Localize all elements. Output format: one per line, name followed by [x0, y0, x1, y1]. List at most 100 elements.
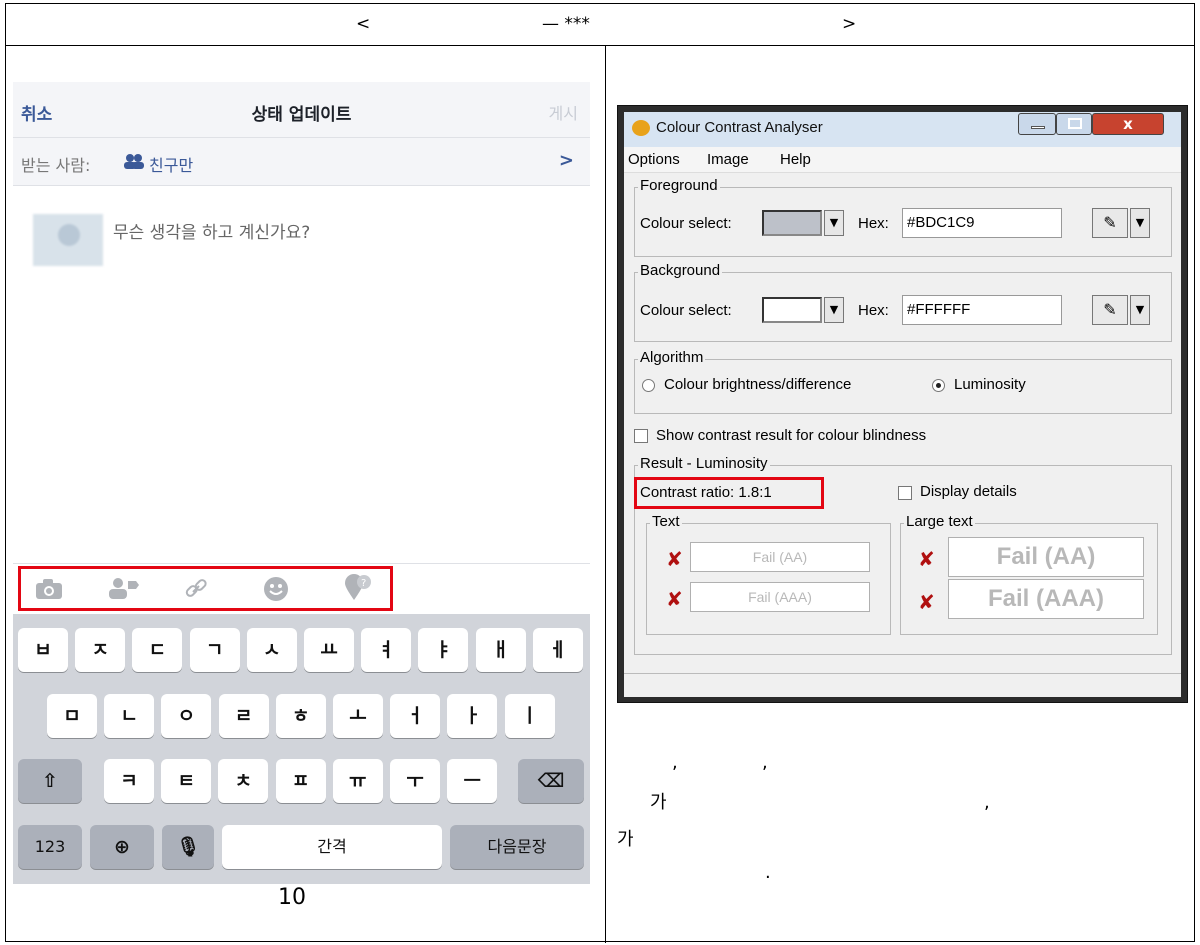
globe-icon[interactable]: ⊕	[90, 825, 154, 869]
algo-luminosity-radio[interactable]	[932, 379, 945, 392]
fg-hex-label: Hex:	[858, 215, 889, 232]
key-r2-3[interactable]: ㄹ	[218, 694, 269, 738]
key-r2-4[interactable]: ㅎ	[275, 694, 326, 738]
key-r3-2[interactable]: ㅊ	[218, 759, 269, 803]
fg-colour-swatch[interactable]	[762, 210, 822, 236]
menu-help[interactable]: Help	[780, 151, 811, 168]
key-r3-0[interactable]: ㅋ	[104, 759, 154, 803]
body-text-fragment: .	[765, 862, 771, 883]
microphone-icon[interactable]: 🎙	[162, 825, 214, 869]
to-label: 받는 사람:	[21, 156, 91, 175]
key-r2-2[interactable]: ㅇ	[161, 694, 212, 738]
key-4[interactable]: ㅅ	[246, 628, 297, 672]
text-aa-result: Fail (AA)	[690, 542, 870, 572]
numbers-key[interactable]: 123	[18, 825, 82, 869]
audience-value: 친구만	[149, 156, 194, 175]
post-button[interactable]: 게시	[549, 100, 578, 124]
key-2[interactable]: ㄷ	[132, 628, 183, 672]
key-r2-8[interactable]: ㅣ	[504, 694, 555, 738]
key-r2-0[interactable]: ㅁ	[47, 694, 97, 738]
key-8[interactable]: ㅐ	[475, 628, 526, 672]
key-5[interactable]: ㅛ	[304, 628, 354, 672]
foreground-label: Foreground	[638, 177, 720, 194]
body-text-fragment: 가	[617, 829, 634, 850]
link-icon[interactable]	[183, 577, 209, 601]
emoji-icon[interactable]	[263, 576, 289, 602]
fail-x-icon: ✘	[666, 547, 683, 571]
bg-hex-input[interactable]: #FFFFFF	[902, 295, 1062, 325]
key-r3-3[interactable]: ㅍ	[275, 759, 326, 803]
key-r2-7[interactable]: ㅏ	[447, 694, 498, 738]
header-right: >	[842, 14, 857, 34]
text-label: Text	[650, 513, 682, 530]
fg-hex-input[interactable]: #BDC1C9	[902, 208, 1062, 238]
display-details-checkbox[interactable]	[898, 486, 912, 500]
body-text-fragment: ,	[672, 752, 678, 773]
background-label: Background	[638, 262, 723, 279]
friends-icon	[124, 154, 144, 169]
large-aaa-result: Fail (AAA)	[948, 579, 1144, 619]
key-1[interactable]: ㅈ	[75, 628, 126, 672]
large-aa-result: Fail (AA)	[948, 537, 1144, 577]
fg-eyedropper-icon[interactable]: ✎	[1092, 208, 1128, 238]
body-text-fragment: ,	[984, 792, 990, 813]
menu-options[interactable]: Options	[628, 151, 680, 168]
text-subgroup	[646, 523, 891, 635]
key-r2-1[interactable]: ㄴ	[104, 694, 155, 738]
bg-colour-select-label: Colour select:	[640, 302, 732, 319]
minimize-button[interactable]	[1018, 113, 1056, 135]
key-7[interactable]: ㅑ	[418, 628, 469, 672]
camera-icon[interactable]	[35, 578, 63, 600]
key-r3-5[interactable]: ㅜ	[390, 759, 440, 803]
key-0[interactable]: ㅂ	[18, 628, 68, 672]
fg-colour-dropdown[interactable]: ▼	[824, 210, 844, 236]
bg-eyedropper-icon[interactable]: ✎	[1092, 295, 1128, 325]
fail-x-icon: ✘	[666, 587, 683, 611]
key-r2-6[interactable]: ㅓ	[390, 694, 441, 738]
close-icon[interactable]: x	[1092, 113, 1164, 135]
status-bar	[624, 673, 1181, 697]
header-row: < — *** >	[6, 4, 1194, 46]
column-divider	[605, 46, 606, 943]
figure-caption: 10	[278, 885, 306, 910]
algorithm-label: Algorithm	[638, 349, 706, 366]
bg-eyedropper-dropdown[interactable]: ▼	[1130, 295, 1150, 325]
shift-key[interactable]: ⇧	[18, 759, 82, 803]
algo-luminosity-label: Luminosity	[954, 376, 1026, 393]
body-text-fragment: 가	[650, 792, 667, 813]
location-icon[interactable]: ?	[343, 574, 373, 602]
display-details-label: Display details	[920, 483, 1017, 500]
key-r2-5[interactable]: ㅗ	[333, 694, 383, 738]
key-3[interactable]: ㄱ	[189, 628, 240, 672]
space-key[interactable]: 간격	[222, 825, 442, 869]
algo-brightness-radio[interactable]	[642, 379, 655, 392]
bg-colour-dropdown[interactable]: ▼	[824, 297, 844, 323]
bg-hex-label: Hex:	[858, 302, 889, 319]
maximize-button[interactable]	[1056, 113, 1092, 135]
status-update-header: 취소 상태 업데이트 게시	[13, 82, 590, 138]
chevron-right-icon: >	[558, 150, 574, 171]
next-sentence-key[interactable]: 다음문장	[450, 825, 584, 869]
fg-eyedropper-dropdown[interactable]: ▼	[1130, 208, 1150, 238]
fg-colour-select-label: Colour select:	[640, 215, 732, 232]
result-label: Result - Luminosity	[638, 455, 770, 472]
composer-area[interactable]: 무슨 생각을 하고 계신가요?	[13, 186, 590, 564]
menu-bar: Options Image Help	[624, 147, 1181, 173]
palette-icon	[632, 120, 650, 136]
tag-friends-icon[interactable]	[108, 577, 140, 599]
korean-keyboard: ㅂㅈㄷㄱㅅㅛㅕㅑㅐㅔㅁㄴㅇㄹㅎㅗㅓㅏㅣ ⇧ ㅋㅌㅊㅍㅠㅜㅡ ⌫ 123 ⊕ 🎙 간격 다음문장	[13, 614, 590, 884]
bg-colour-swatch[interactable]	[762, 297, 822, 323]
phone-screenshot: 취소 상태 업데이트 게시 받는 사람: 친구만 > 무슨 생각을 하고 계신가…	[13, 82, 590, 884]
menu-image[interactable]: Image	[707, 151, 749, 168]
key-r3-1[interactable]: ㅌ	[161, 759, 212, 803]
colour-blindness-checkbox[interactable]	[634, 429, 648, 443]
fail-x-icon: ✘	[918, 547, 935, 571]
key-r3-6[interactable]: ㅡ	[447, 759, 498, 803]
key-9[interactable]: ㅔ	[532, 628, 583, 672]
colour-blindness-label: Show contrast result for colour blindnes…	[656, 427, 927, 444]
audience-row[interactable]: 받는 사람: 친구만 >	[13, 138, 590, 186]
backspace-key[interactable]: ⌫	[518, 759, 584, 803]
avatar	[33, 214, 103, 266]
key-r3-4[interactable]: ㅠ	[332, 759, 383, 803]
key-6[interactable]: ㅕ	[361, 628, 412, 672]
